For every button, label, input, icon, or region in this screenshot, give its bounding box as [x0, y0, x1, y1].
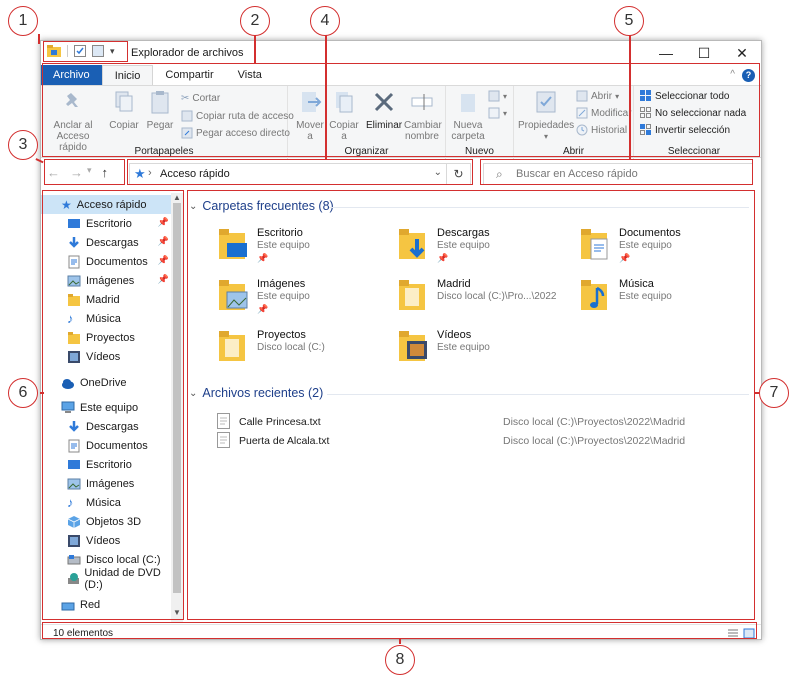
callout-7: 7 — [759, 378, 789, 408]
title-bar: ▾ Explorador de archivos — ☐ ✕ — [41, 41, 761, 65]
window-controls: — ☐ ✕ — [647, 41, 761, 65]
leader-line — [399, 639, 401, 644]
callout-2: 2 — [240, 6, 270, 36]
callout-5: 5 — [614, 6, 644, 36]
annotation-box-qat — [43, 41, 128, 62]
window-title: Explorador de archivos — [131, 47, 244, 59]
annotation-box-sidebar — [42, 190, 184, 620]
leader-line — [40, 392, 44, 394]
callout-1: 1 — [8, 6, 38, 36]
callout-8: 8 — [385, 645, 415, 675]
leader-line — [38, 34, 40, 44]
callout-6: 6 — [8, 378, 38, 408]
leader-line — [254, 34, 256, 63]
annotation-box-address — [127, 159, 473, 185]
annotation-box-nav — [44, 159, 125, 185]
callout-4: 4 — [310, 6, 340, 36]
leader-line — [325, 34, 327, 159]
annotation-box-search — [480, 159, 753, 185]
annotation-box-ribbon — [42, 63, 760, 157]
close-button[interactable]: ✕ — [723, 41, 761, 65]
annotation-box-content — [187, 190, 755, 620]
minimize-button[interactable]: — — [647, 41, 685, 65]
annotation-box-status — [42, 622, 757, 639]
callout-3: 3 — [8, 130, 38, 160]
leader-line — [629, 34, 631, 159]
maximize-button[interactable]: ☐ — [685, 41, 723, 65]
